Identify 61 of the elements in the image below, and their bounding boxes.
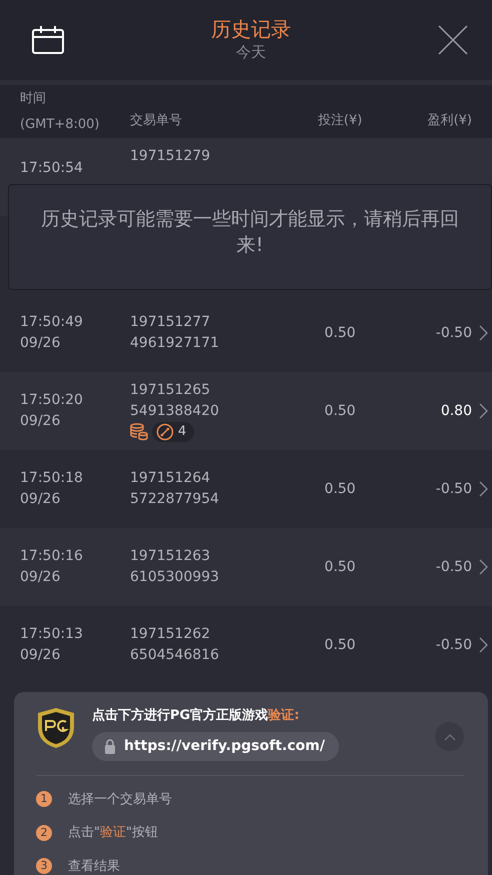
verify-link[interactable]: https://verify.pgsoft.com/: [92, 732, 339, 760]
column-header: (GMT+8:00): [20, 116, 100, 134]
chevron-right-icon[interactable]: [479, 637, 488, 653]
column-header: 时间: [20, 90, 47, 108]
chevron-up-icon: [444, 732, 456, 740]
chevron-right-icon[interactable]: [479, 403, 488, 419]
step-number: 2: [36, 824, 52, 841]
close-icon[interactable]: [438, 25, 468, 55]
chevron-right-icon[interactable]: [479, 481, 488, 497]
pg-shield-logo: [36, 706, 76, 750]
order-number: 197151264: [130, 469, 212, 488]
lock-icon: [104, 738, 116, 754]
order-number: 197151263: [130, 547, 212, 566]
column-header: 投注(¥): [316, 112, 364, 130]
order-number: 197151262: [130, 625, 212, 644]
step-text: 点击"验证"按钮: [68, 824, 158, 842]
time-cell-text: 17:50:20: [20, 391, 84, 410]
order-number: 4961927171: [130, 334, 220, 353]
chevron-right-icon[interactable]: [479, 559, 488, 575]
coins-icon: [130, 423, 148, 441]
profit-cell-text: -0.50: [434, 558, 472, 576]
order-number: 197151265: [130, 381, 212, 400]
time-cell-text: 17:50:49: [20, 313, 84, 332]
bet-cell-text: 0.50: [323, 636, 357, 654]
profit-cell-text: -0.50: [434, 324, 472, 342]
column-header: 交易单号: [130, 112, 183, 130]
time-cell-text: 17:50:13: [20, 625, 84, 644]
step-number: 1: [36, 791, 52, 808]
free-spin-count: 4: [178, 423, 186, 442]
date-cell-text: 09/26: [20, 490, 62, 509]
time-cell-text: 17:50:54: [20, 159, 84, 178]
verify-instruction: 点击下方进行PG官方正版游戏验证:: [92, 706, 300, 725]
calendar-icon[interactable]: [32, 26, 64, 54]
page-title: 历史记录: [211, 16, 291, 41]
profit-cell-text: -0.50: [434, 636, 472, 654]
free-spin-icon: [156, 423, 174, 441]
date-cell-text: 09/26: [20, 568, 62, 587]
date-cell-text: 09/26: [20, 646, 62, 665]
time-cell-text: 17:50:18: [20, 469, 84, 488]
order-number: 197151279: [130, 147, 212, 166]
time-cell-text: 17:50:16: [20, 547, 84, 566]
step-text: 选择一个交易单号: [68, 790, 172, 808]
order-number: 5722877954: [130, 490, 220, 509]
order-number: 6105300993: [130, 568, 220, 587]
bet-cell-text: 0.50: [323, 558, 357, 576]
step-number: 3: [36, 858, 52, 874]
date-cell-text: 09/26: [20, 412, 62, 431]
order-number: 5491388420: [130, 402, 220, 422]
bet-cell-text: 0.50: [323, 480, 357, 498]
date-filter-label: 今天: [235, 42, 267, 63]
chevron-right-icon[interactable]: [479, 325, 488, 341]
profit-cell-text: -0.50: [434, 480, 472, 498]
column-header: 盈利(¥): [426, 112, 472, 130]
step-text: 查看结果: [68, 858, 120, 875]
order-number: 6504546816: [130, 646, 220, 665]
bet-cell-text: 0.50: [323, 402, 357, 420]
profit-cell-text: 0.80: [440, 402, 472, 420]
order-number: 197151277: [130, 313, 212, 332]
bet-cell-text: 0.50: [323, 324, 357, 342]
date-cell-text: 09/26: [20, 334, 62, 353]
toast-message: 历史记录可能需要一些时间才能显示，请稍后再回来!: [8, 184, 492, 290]
